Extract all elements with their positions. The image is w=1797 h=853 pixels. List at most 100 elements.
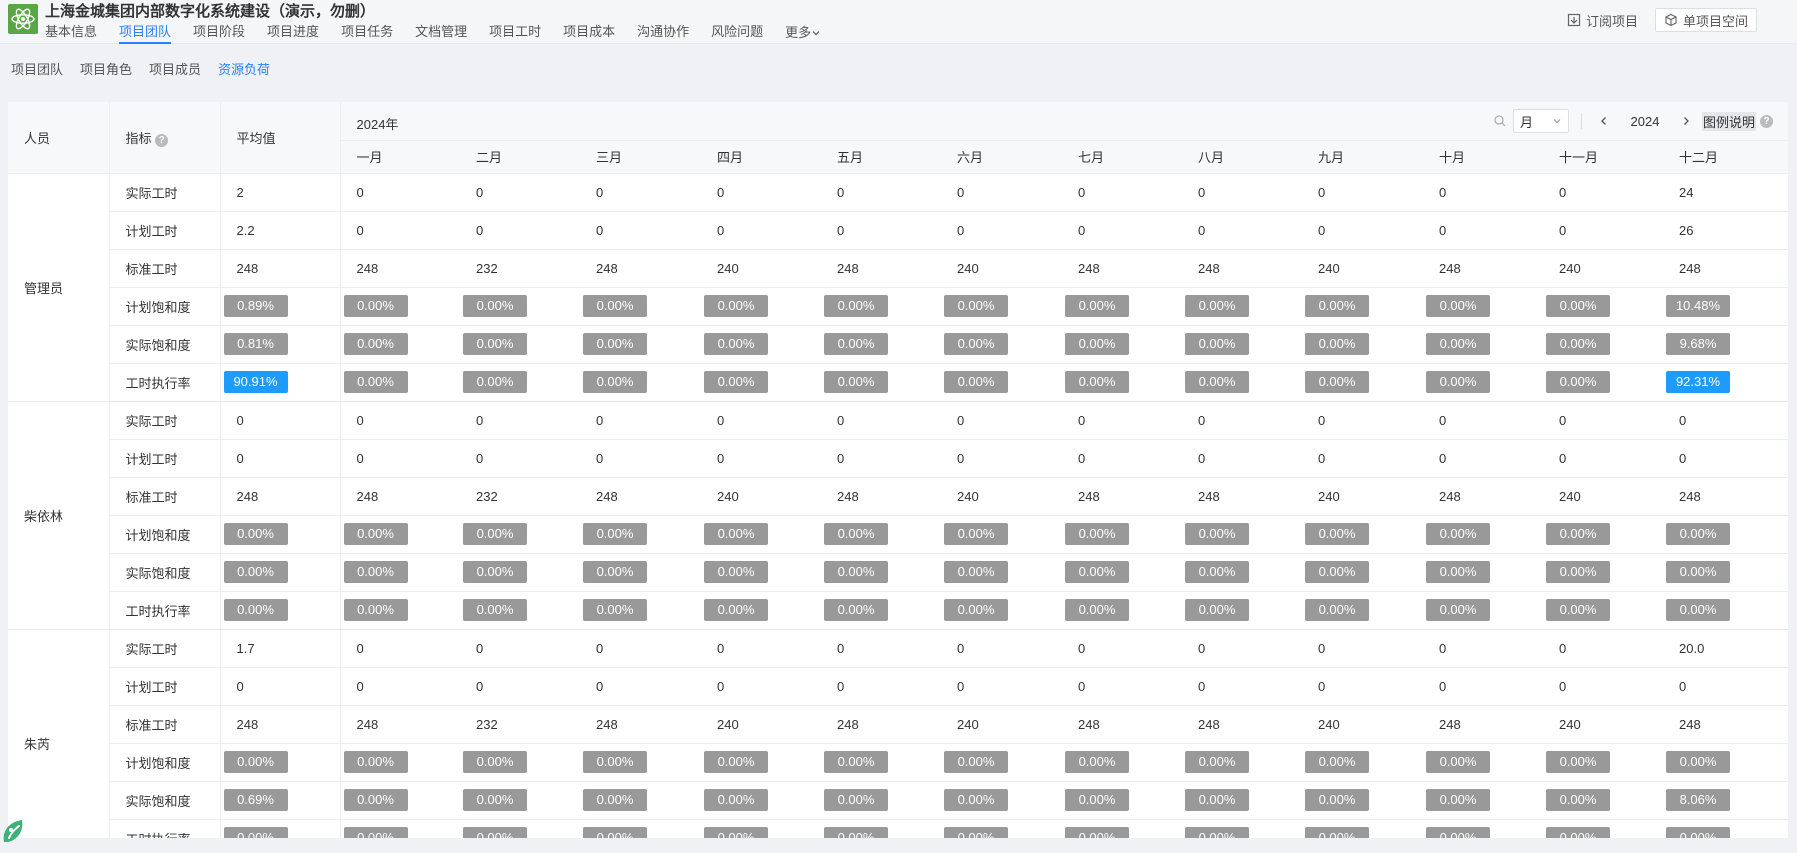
value-cell: 248 xyxy=(220,249,341,288)
badge-cell: 0.00% xyxy=(1062,515,1182,554)
badge-cell: 0.00% xyxy=(1663,743,1788,782)
value-badge: 0.00% xyxy=(343,789,408,811)
metric-label: 标准工时 xyxy=(109,249,221,288)
header-average: 平均值 xyxy=(220,102,341,174)
value-badge: 0.00% xyxy=(1065,523,1129,545)
header-metric-label: 指标 xyxy=(125,130,152,146)
value-badge: 0.00% xyxy=(583,295,647,317)
metric-label: 实际饱和度 xyxy=(109,781,221,820)
prev-year-button[interactable] xyxy=(1594,113,1614,129)
badge-cell: 0.00% xyxy=(1182,743,1302,782)
value-cell: 0 xyxy=(701,173,821,212)
nav-tab-7[interactable]: 项目成本 xyxy=(563,22,615,44)
value-cell: 0 xyxy=(340,439,460,478)
nav-tab-4[interactable]: 项目任务 xyxy=(341,22,393,44)
subnav-item-2[interactable]: 项目成员 xyxy=(149,59,201,78)
badge-cell: 0.00% xyxy=(580,819,701,838)
legend-button[interactable]: 图例说明 ? xyxy=(1701,111,1773,131)
value-badge: 0.00% xyxy=(1426,751,1490,773)
table-row: 计划饱和度 0.00% 0.00% 0.00% 0.00% 0.00% 0.00% 0.00%… xyxy=(8,515,1788,554)
assistant-float-icon[interactable] xyxy=(0,816,28,846)
period-select[interactable]: 月 xyxy=(1512,109,1569,133)
header-person: 人员 xyxy=(8,102,110,174)
value-badge: 0.00% xyxy=(1185,561,1249,583)
value-badge: 0.00% xyxy=(223,599,288,621)
badge-cell: 0.00% xyxy=(1423,819,1543,838)
subnav-item-1[interactable]: 项目角色 xyxy=(80,59,132,78)
value-cell: 0 xyxy=(1543,439,1663,478)
table-body: 管理员 实际工时 2 0 0 0 0 0 0 0 0 0 0 0 24 计划工时 2.2 0 0 0 0 0 0 0 0 0 0 0 2… xyxy=(8,173,1788,838)
badge-cell: 0.00% xyxy=(220,819,341,838)
metric-label: 计划饱和度 xyxy=(109,743,221,782)
badge-cell: 0.00% xyxy=(1062,287,1182,326)
value-badge: 90.91% xyxy=(223,371,288,393)
value-cell: 0 xyxy=(580,629,701,668)
value-badge: 0.00% xyxy=(944,371,1008,393)
nav-tab-1[interactable]: 项目团队 xyxy=(119,22,172,44)
table-row: 计划饱和度 0.89% 0.00% 0.00% 0.00% 0.00% 0.00% 0.00%… xyxy=(8,287,1788,326)
value-cell: 0 xyxy=(580,173,701,212)
value-badge: 0.00% xyxy=(704,827,768,838)
table-row: 实际饱和度 0.69% 0.00% 0.00% 0.00% 0.00% 0.00% 0.00%… xyxy=(8,781,1788,820)
value-badge: 0.00% xyxy=(463,599,527,621)
badge-cell: 0.00% xyxy=(1062,325,1182,364)
nav-tab-5[interactable]: 文档管理 xyxy=(415,22,467,44)
next-year-button[interactable] xyxy=(1676,113,1696,129)
nav-more-button[interactable]: 更多 xyxy=(785,22,821,44)
badge-cell: 0.00% xyxy=(1543,287,1663,326)
metric-label: 实际工时 xyxy=(109,401,221,440)
badge-cell: 0.00% xyxy=(1182,591,1302,630)
badge-cell: 0.00% xyxy=(1543,553,1663,592)
value-badge: 0.00% xyxy=(1185,295,1249,317)
table-row: 朱芮 实际工时 1.7 0 0 0 0 0 0 0 0 0 0 0 20.0 xyxy=(8,629,1788,838)
badge-cell: 0.00% xyxy=(460,515,580,554)
badge-cell: 0.00% xyxy=(941,591,1062,630)
value-badge: 0.00% xyxy=(583,751,647,773)
badge-cell: 0.00% xyxy=(1302,591,1423,630)
value-badge: 0.00% xyxy=(1546,827,1610,838)
badge-cell: 0.00% xyxy=(220,591,341,630)
table-row: 计划饱和度 0.00% 0.00% 0.00% 0.00% 0.00% 0.00% 0.00%… xyxy=(8,743,1788,782)
value-cell: 248 xyxy=(580,477,701,516)
value-badge: 0.00% xyxy=(944,599,1008,621)
subscribe-project-button[interactable]: 订阅项目 xyxy=(1557,8,1647,32)
value-cell: 248 xyxy=(1663,249,1788,288)
badge-cell: 0.00% xyxy=(821,363,941,402)
search-icon[interactable] xyxy=(1493,114,1507,128)
nav-tab-2[interactable]: 项目阶段 xyxy=(193,22,245,44)
table-row: 标准工时 248 248 232 248 240 248 240 248 248 240 248 240… xyxy=(8,477,1788,516)
help-icon[interactable]: ? xyxy=(155,133,169,147)
nav-tab-0[interactable]: 基本信息 xyxy=(45,22,97,44)
value-badge: 0.00% xyxy=(223,561,288,583)
metric-label: 工时执行率 xyxy=(109,819,221,838)
subnav-item-0[interactable]: 项目团队 xyxy=(11,59,63,78)
value-badge: 92.31% xyxy=(1666,371,1730,393)
nav-tab-8[interactable]: 沟通协作 xyxy=(637,22,689,44)
value-badge: 0.00% xyxy=(343,295,408,317)
value-badge: 0.00% xyxy=(463,371,527,393)
value-cell: 248 xyxy=(1182,249,1302,288)
badge-cell: 0.00% xyxy=(701,287,821,326)
nav-tab-6[interactable]: 项目工时 xyxy=(489,22,541,44)
value-cell: 0 xyxy=(701,401,821,440)
badge-cell: 0.00% xyxy=(821,287,941,326)
value-badge: 0.00% xyxy=(343,523,408,545)
value-cell: 240 xyxy=(701,477,821,516)
badge-cell: 0.00% xyxy=(1663,515,1788,554)
nav-tab-3[interactable]: 项目进度 xyxy=(267,22,319,44)
more-label: 更多 xyxy=(785,25,812,40)
value-cell: 0 xyxy=(1182,401,1302,440)
nav-tab-9[interactable]: 风险问题 xyxy=(711,22,763,44)
value-badge: 0.00% xyxy=(1546,599,1610,621)
value-cell: 240 xyxy=(941,249,1062,288)
value-badge: 0.00% xyxy=(1065,827,1129,838)
single-project-space-button[interactable]: 单项目空间 xyxy=(1654,8,1757,32)
subnav-item-3[interactable]: 资源负荷 xyxy=(218,59,270,78)
subscribe-label: 订阅项目 xyxy=(1585,13,1638,29)
header-actions: 订阅项目 单项目空间 xyxy=(1557,8,1757,32)
value-badge: 0.00% xyxy=(1185,371,1249,393)
month-header: 四月 xyxy=(701,140,821,174)
metric-label: 工时执行率 xyxy=(109,363,221,402)
value-cell: 232 xyxy=(460,249,580,288)
badge-cell: 0.00% xyxy=(701,743,821,782)
